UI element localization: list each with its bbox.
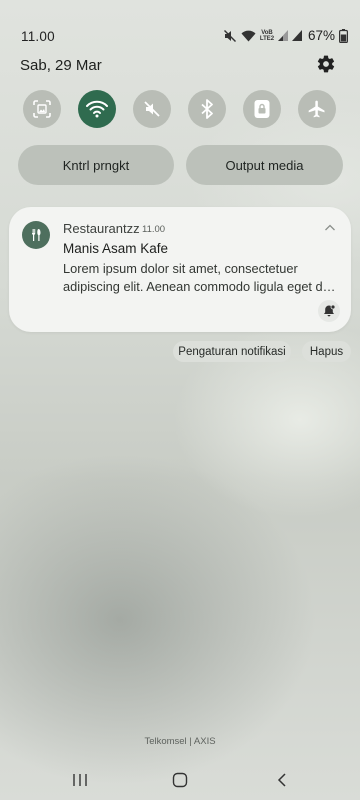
notification-body: Lorem ipsum dolor sit amet, consectetuer…: [63, 260, 341, 296]
notification-settings-button[interactable]: Pengaturan notifikasi: [173, 341, 291, 362]
battery-icon: [339, 28, 348, 43]
wifi-icon: [241, 30, 256, 42]
navigation-bar: [0, 760, 360, 800]
notification-app-name: Restaurantzz: [63, 221, 140, 236]
fork-knife-icon: [22, 221, 50, 249]
mute-icon: [223, 29, 237, 43]
header: Sab, 29 Mar: [0, 52, 360, 84]
notification-actions: Pengaturan notifikasi Hapus: [0, 341, 360, 363]
back-icon[interactable]: [272, 770, 292, 790]
lock-icon: [254, 100, 270, 118]
screenshot-icon: [33, 100, 51, 118]
clear-notifications-button[interactable]: Hapus: [302, 341, 351, 362]
date-label: Sab, 29 Mar: [20, 57, 102, 74]
status-time: 11.00: [21, 29, 55, 44]
notification-card[interactable]: Restaurantzz 11.00 Manis Asam Kafe Lorem…: [9, 207, 351, 332]
carrier-label: Telkomsel | AXIS: [144, 736, 216, 747]
bluetooth-icon: [201, 99, 213, 119]
signal-icon: [291, 30, 302, 41]
tile-rotation-lock[interactable]: [243, 90, 281, 128]
wifi-icon: [86, 100, 108, 118]
device-control-button[interactable]: Kntrl prngkt: [18, 145, 174, 185]
notification-time: 11.00: [142, 224, 166, 235]
notification-body-line2: adipiscing elit. Aenean commodo ligula e…: [63, 279, 341, 294]
status-bar: 11.00 VoB LTE2 67%: [0, 0, 360, 52]
tile-screen-capture[interactable]: [23, 90, 61, 128]
tile-sound[interactable]: [133, 90, 171, 128]
gear-icon[interactable]: [316, 54, 336, 74]
recents-icon[interactable]: [70, 770, 90, 790]
notification-body-line1: Lorem ipsum dolor sit amet, consectetuer: [63, 261, 298, 276]
airplane-icon: [308, 100, 325, 118]
bell-snooze-icon[interactable]: [318, 300, 340, 322]
chevron-up-icon[interactable]: [323, 221, 337, 235]
tile-airplane-mode[interactable]: [298, 90, 336, 128]
signal-icon: [277, 30, 288, 41]
home-icon[interactable]: [170, 770, 190, 790]
media-output-button[interactable]: Output media: [186, 145, 343, 185]
tile-bluetooth[interactable]: [188, 90, 226, 128]
pill-buttons: Kntrl prngkt Output media: [0, 145, 360, 185]
tile-wifi[interactable]: [78, 90, 116, 128]
battery-percent: 67%: [307, 28, 335, 43]
notification-title: Manis Asam Kafe: [63, 241, 169, 256]
status-icons: VoB LTE2 67%: [223, 28, 348, 43]
mute-icon: [144, 101, 160, 117]
network-label: VoB LTE2: [259, 29, 275, 42]
quick-settings-tiles: [0, 90, 360, 130]
